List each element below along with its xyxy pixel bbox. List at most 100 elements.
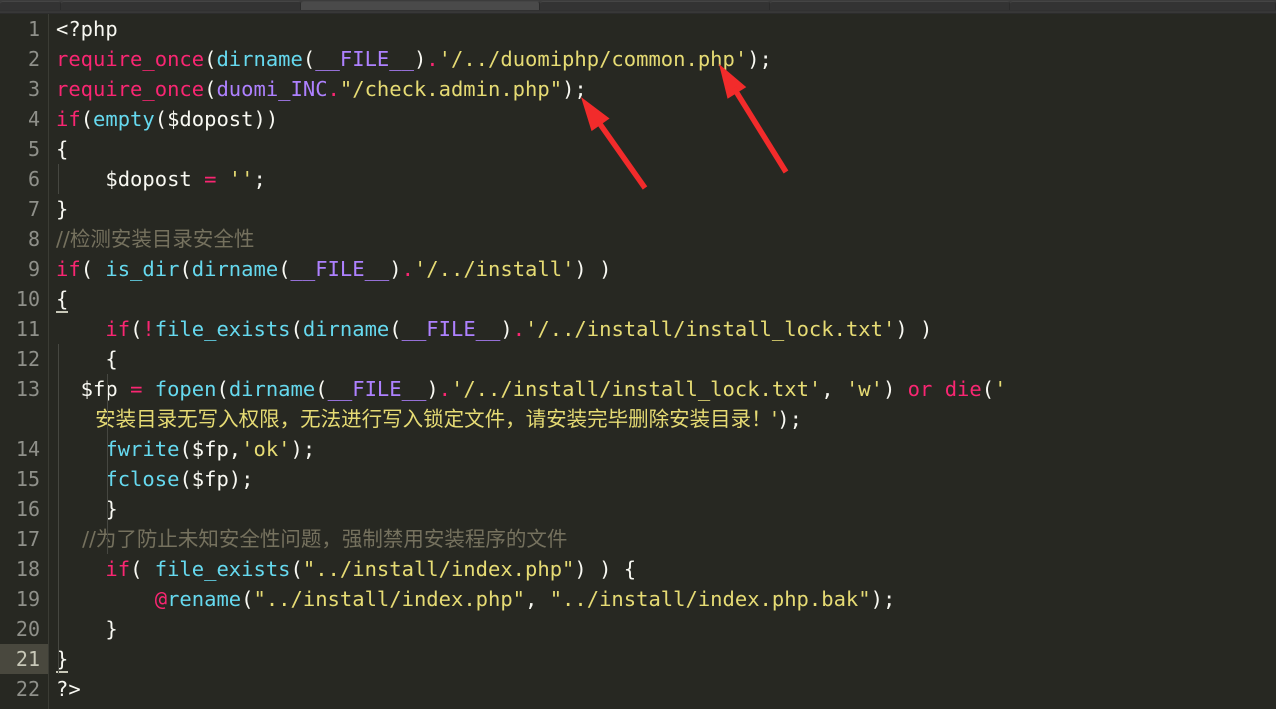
code-line[interactable]: 1 <?php <box>0 14 1276 44</box>
line-number: 5 <box>27 137 40 161</box>
code-line[interactable]: 17 //为了防止未知安全性问题，强制禁用安装程序的文件 <box>0 524 1276 554</box>
token: dirname <box>302 317 390 341</box>
token: "../install/index.php" <box>253 587 526 611</box>
code-line[interactable]: 7} <box>0 194 1276 224</box>
line-source: require_once(dirname(__FILE__).'/../duom… <box>56 44 772 74</box>
token: dirname <box>228 377 316 401</box>
line-number: 16 <box>15 497 40 521</box>
token: = <box>204 167 217 191</box>
line-source: } <box>56 194 68 224</box>
editor-tab-0[interactable] <box>0 1 61 10</box>
line-number: 14 <box>15 437 40 461</box>
code-line[interactable]: 8 //检测安装目录安全性 <box>0 224 1276 254</box>
code-line[interactable]: 20 } <box>0 614 1276 644</box>
line-source: { <box>56 344 118 374</box>
token: '' <box>228 167 254 191</box>
token: ); <box>290 437 316 461</box>
token: ); <box>562 77 587 101</box>
line-source: } <box>56 614 117 644</box>
token: ) <box>426 377 439 401</box>
line-number: 9 <box>27 257 40 281</box>
token: empty <box>93 107 155 131</box>
code-line[interactable]: 9 if( is_dir(dirname(__FILE__).'/../insta… <box>0 254 1276 284</box>
line-number: 10 <box>15 287 40 311</box>
token: ?> <box>56 677 81 701</box>
line-source: <?php <box>56 14 118 44</box>
token: or <box>907 377 933 401</box>
code-line[interactable]: 4 if(empty($dopost)) <box>0 104 1276 134</box>
code-line[interactable]: 11 if(!file_exists(dirname(__FILE__).'/.… <box>0 314 1276 344</box>
editor-tab-5[interactable] <box>1010 1 1276 10</box>
line-number: 11 <box>15 317 40 341</box>
token: //检测安装目录安全性 <box>56 227 255 251</box>
token: . <box>401 257 414 281</box>
token: ); <box>747 47 772 71</box>
code-line[interactable]: 12 { <box>0 344 1276 374</box>
token: , <box>525 587 550 611</box>
token: { <box>56 347 118 371</box>
token: fopen <box>154 377 217 401</box>
code-line[interactable]: 2 require_once(dirname(__FILE__).'/../duo… <box>0 44 1276 74</box>
line-number: 19 <box>15 587 40 611</box>
token: ) <box>413 47 427 71</box>
token: . <box>512 317 526 341</box>
code-line[interactable]: 21} <box>0 644 1276 674</box>
line-number: 4 <box>27 107 40 131</box>
token: require_once <box>56 47 205 71</box>
code-line[interactable]: 22 ?> <box>0 674 1276 704</box>
code-line[interactable]: 10 { <box>0 284 1276 314</box>
token: "/check.admin.php" <box>339 77 563 101</box>
code-editor[interactable]: 1 <?php 2 require_once(dirname(__FILE__).'/… <box>0 14 1276 709</box>
line-number: 6 <box>27 167 40 191</box>
token: "../install/index.php.bak" <box>549 587 871 611</box>
token: ( <box>315 377 328 401</box>
code-line[interactable]: 15 fclose($fp); <box>0 464 1276 494</box>
line-source: fwrite($fp,'ok'); <box>56 434 315 464</box>
code-line[interactable]: 13 $fp = fopen(dirname(__FILE__).'/../in… <box>0 374 1276 434</box>
token: if <box>105 317 131 341</box>
line-number: 18 <box>15 557 40 581</box>
token: } <box>56 497 118 521</box>
code-line[interactable]: 6 $dopost = ''; <box>0 164 1276 194</box>
token: $dopost <box>56 167 205 191</box>
token: fwrite <box>105 437 180 461</box>
code-line[interactable]: 3 require_once(duomi_INC."/check.admin.ph… <box>0 74 1276 104</box>
token: ' <box>994 377 1007 401</box>
token: . <box>438 377 451 401</box>
token: = <box>130 377 143 401</box>
token: '/../install/install_lock.txt' <box>525 317 896 341</box>
token: . <box>327 77 340 101</box>
token: ( <box>302 47 316 71</box>
code-line[interactable]: 5{ <box>0 134 1276 164</box>
editor-tab-2[interactable] <box>300 1 541 10</box>
code-line[interactable]: 18 if( file_exists("../install/index.php… <box>0 554 1276 584</box>
editor-tab-3[interactable] <box>540 1 771 10</box>
token: dirname <box>191 257 279 281</box>
code-line[interactable]: 14 fwrite($fp,'ok'); <box>0 434 1276 464</box>
editor-tab-4[interactable] <box>770 1 1011 10</box>
token: ( <box>290 317 303 341</box>
editor-tab-1[interactable] <box>60 1 301 10</box>
token: 安装目录无写入权限，无法进行写入锁定文件，请安装完毕删除安装目录！' <box>56 407 778 431</box>
token: { <box>56 287 69 313</box>
line-number: 13 <box>15 377 40 401</box>
editor-tab-strip[interactable] <box>0 0 1276 10</box>
token: ( <box>216 377 229 401</box>
token: if <box>105 557 131 581</box>
line-number: 3 <box>27 77 40 101</box>
line-source: { <box>56 284 69 314</box>
token: 'ok' <box>241 437 291 461</box>
code-line[interactable]: 16 } <box>0 494 1276 524</box>
token: ( <box>204 47 217 71</box>
token: is_dir <box>105 257 180 281</box>
code-line[interactable]: 19 @rename("../install/index.php", "../i… <box>0 584 1276 614</box>
code-content[interactable]: 1 <?php 2 require_once(dirname(__FILE__).'/… <box>0 14 1276 709</box>
token: <?php <box>56 17 118 41</box>
token: } <box>56 197 69 221</box>
line-number: 22 <box>15 677 40 701</box>
